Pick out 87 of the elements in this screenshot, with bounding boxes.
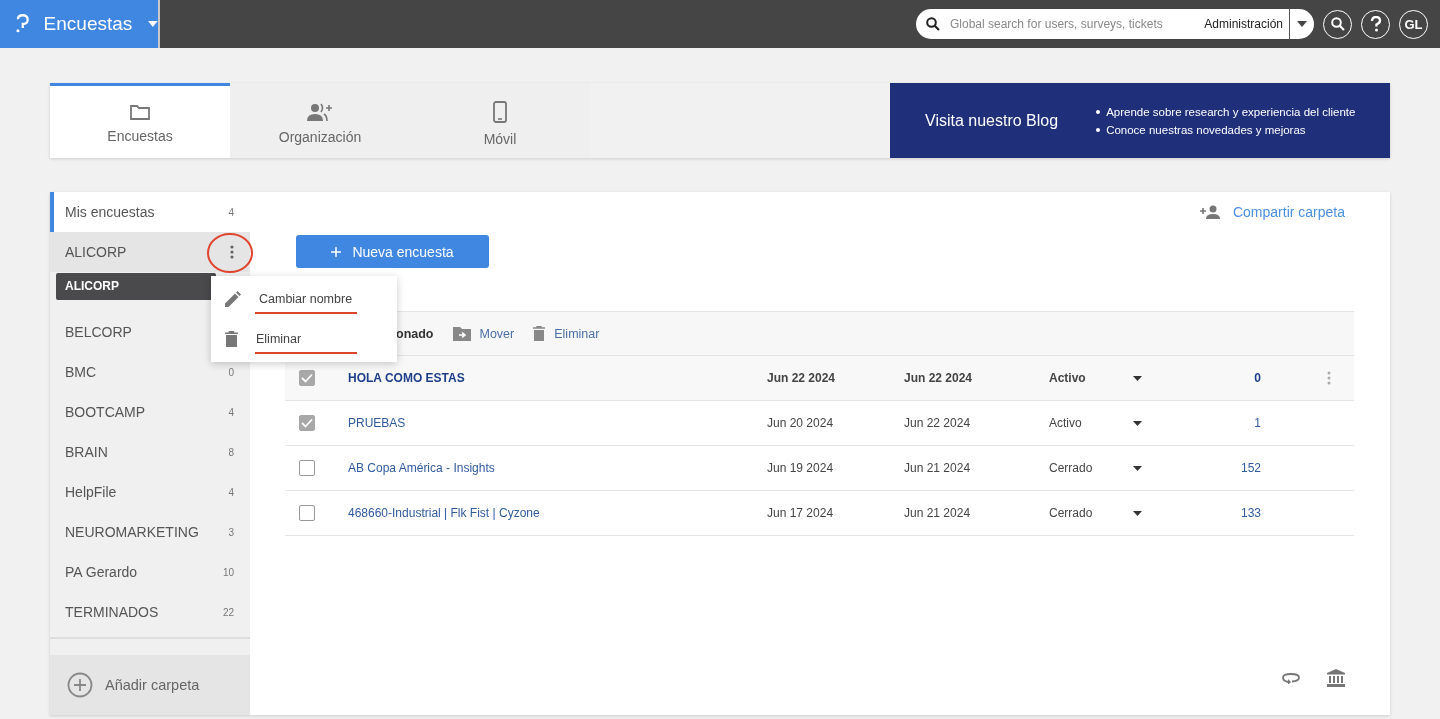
selection-label: onado bbox=[396, 326, 434, 341]
table-cell-text: Jun 17 2024 bbox=[767, 506, 835, 520]
table-cell-text: Jun 19 2024 bbox=[767, 461, 835, 475]
bullet-icon bbox=[1096, 109, 1101, 114]
add-person-icon bbox=[1199, 205, 1220, 219]
table-cell-text: Jun 21 2024 bbox=[904, 461, 972, 475]
tooltip: ALICORP bbox=[56, 273, 216, 300]
new-survey-button[interactable]: Nueva encuesta bbox=[296, 235, 489, 268]
survey-link[interactable]: 468660-Industrial | Flk Fist | Cyzone bbox=[348, 506, 540, 520]
survey-link[interactable]: AB Copa América - Insights bbox=[348, 461, 495, 475]
more-icon bbox=[230, 245, 234, 259]
folder-count: 3 bbox=[228, 526, 234, 538]
responses-link[interactable]: 133 bbox=[1240, 506, 1261, 520]
responses-link[interactable]: 152 bbox=[1240, 461, 1261, 475]
caret-icon bbox=[1133, 420, 1142, 426]
folder-item[interactable]: NEUROMARKETING 3 bbox=[50, 512, 250, 552]
banner-text: Aprende sobre research y experiencia del cliente bbox=[1106, 105, 1356, 118]
table-cell-text: Jun 22 2024 bbox=[767, 371, 837, 385]
table-cell-text: Jun 20 2024 bbox=[767, 416, 835, 430]
search-field[interactable]: Global search for users, surveys, tickets bbox=[916, 9, 1205, 39]
checkbox[interactable] bbox=[299, 460, 315, 476]
folder-item[interactable]: HelpFile 4 bbox=[50, 472, 250, 512]
folder-count: 0 bbox=[228, 366, 234, 378]
caret-icon bbox=[1133, 510, 1142, 516]
caret-icon bbox=[1133, 465, 1142, 471]
checkbox[interactable] bbox=[299, 370, 315, 386]
folder-count: 22 bbox=[222, 606, 234, 618]
bank-icon[interactable] bbox=[1327, 669, 1345, 687]
folder-item[interactable]: TERMINADOS 22 bbox=[50, 592, 250, 632]
survey-link[interactable]: HOLA COMO ESTAS bbox=[348, 371, 465, 385]
table-cell-text: Jun 21 2024 bbox=[904, 506, 972, 520]
folder-count: 4 bbox=[228, 406, 234, 418]
phone-icon bbox=[493, 101, 507, 123]
bullet-icon bbox=[1096, 127, 1101, 132]
folder-item[interactable]: BRAIN 8 bbox=[50, 432, 250, 472]
survey-link[interactable]: PRUEBAS bbox=[348, 416, 406, 430]
folder-count: 4 bbox=[228, 206, 234, 218]
scope-dropdown[interactable]: Administración bbox=[1204, 9, 1314, 39]
caret-icon bbox=[1133, 375, 1142, 381]
folder-item[interactable]: BOOTCAMP 4 bbox=[50, 392, 250, 432]
plus-icon bbox=[331, 246, 342, 257]
status-dropdown[interactable]: Cerrado bbox=[1049, 506, 1142, 520]
trash-icon bbox=[225, 331, 238, 347]
delete-button[interactable]: Eliminar bbox=[533, 326, 600, 341]
checkbox[interactable] bbox=[299, 505, 315, 521]
responses-link[interactable]: 1 bbox=[1254, 416, 1261, 430]
trash-icon bbox=[533, 326, 546, 341]
folder-item[interactable]: Mis encuestas 4 bbox=[50, 192, 250, 232]
folder-item[interactable]: ALICORP bbox=[50, 232, 250, 272]
add-folder-button[interactable]: Añadir carpeta bbox=[50, 655, 250, 715]
table-cell-text: Jun 22 2024 bbox=[904, 416, 972, 430]
more-icon bbox=[1327, 371, 1331, 385]
status-dropdown[interactable]: Activo bbox=[1049, 371, 1142, 385]
search-icon bbox=[1330, 17, 1345, 31]
app-switcher[interactable]: Encuestas bbox=[0, 0, 160, 48]
people-icon bbox=[307, 103, 333, 121]
banner-text: Conoce nuestras novedades y mejoras bbox=[1106, 123, 1306, 136]
loop-arrow-icon[interactable] bbox=[1282, 672, 1300, 684]
banner-title: Visita nuestro Blog bbox=[925, 111, 1059, 130]
caret-icon bbox=[148, 21, 158, 27]
status-dropdown[interactable]: Activo bbox=[1049, 416, 1142, 430]
annotation-circle bbox=[206, 232, 254, 274]
share-folder-link[interactable]: Compartir carpeta bbox=[1199, 204, 1345, 220]
logo-icon bbox=[16, 14, 30, 34]
folder-count: 8 bbox=[228, 446, 234, 458]
tab[interactable]: Móvil bbox=[410, 83, 590, 158]
folder-item[interactable]: BMC 0 bbox=[50, 352, 250, 392]
tab[interactable]: Encuestas bbox=[50, 83, 230, 158]
search-icon bbox=[926, 17, 940, 31]
folder-count: 4 bbox=[228, 486, 234, 498]
checkbox[interactable] bbox=[299, 415, 315, 431]
blog-banner[interactable]: Visita nuestro Blog Aprende sobre research y experiencia del cliente Conoce nuestras novedades y mejoras bbox=[890, 83, 1390, 158]
status-dropdown[interactable]: Cerrado bbox=[1049, 461, 1142, 475]
help-icon bbox=[1369, 16, 1382, 32]
caret-icon bbox=[1297, 21, 1307, 27]
pencil-icon bbox=[225, 291, 241, 307]
plus-circle-icon bbox=[67, 672, 93, 698]
folder-count: 10 bbox=[222, 566, 234, 578]
table-cell-text: Jun 22 2024 bbox=[904, 371, 974, 385]
move-button[interactable]: Mover bbox=[452, 326, 515, 341]
folder-item[interactable]: PA Gerardo 10 bbox=[50, 552, 250, 592]
tab[interactable]: Organización bbox=[230, 83, 410, 158]
app-name: Encuestas bbox=[43, 13, 133, 35]
folder-move-icon bbox=[452, 326, 471, 341]
folder-icon bbox=[130, 104, 150, 120]
menu-item[interactable]: Eliminar bbox=[211, 326, 397, 352]
responses-link[interactable]: 0 bbox=[1254, 371, 1261, 385]
